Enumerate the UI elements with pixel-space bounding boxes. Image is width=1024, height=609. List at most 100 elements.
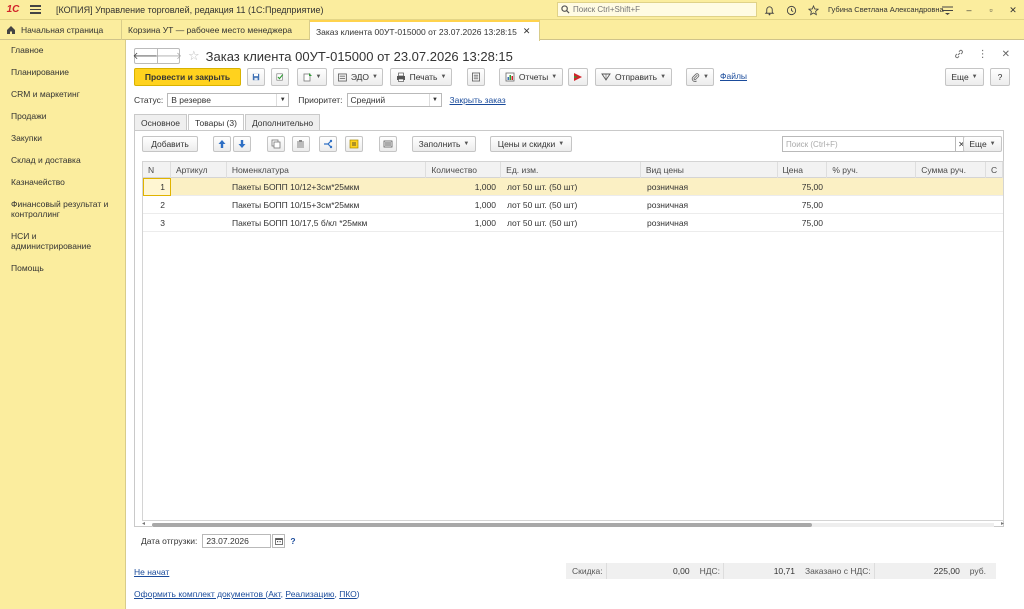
- files-link[interactable]: Файлы: [720, 71, 747, 81]
- bell-icon[interactable]: [763, 4, 775, 16]
- send-button[interactable]: Отправить ▼: [595, 68, 672, 86]
- cell-article[interactable]: [171, 178, 227, 196]
- cell-price-type[interactable]: розничная: [642, 196, 779, 214]
- sidebar-item-help[interactable]: Помощь: [0, 263, 125, 273]
- table-more-button[interactable]: Еще ▼: [963, 136, 1002, 152]
- tab-cart[interactable]: Корзина УТ — рабочее место менеджера: [122, 20, 310, 40]
- tab-main[interactable]: Основное: [134, 114, 187, 130]
- cell-qty[interactable]: 1,000: [427, 178, 502, 196]
- close-window-icon[interactable]: ✕: [1002, 0, 1024, 20]
- tab-home[interactable]: Начальная страница: [0, 20, 122, 40]
- col-header-price[interactable]: Цена: [778, 162, 828, 178]
- tab-goods[interactable]: Товары (3): [187, 114, 244, 131]
- col-header-manual-percent[interactable]: % руч.: [827, 162, 917, 178]
- col-header-manual-sum[interactable]: Сумма руч.: [916, 162, 987, 178]
- global-search-input[interactable]: [573, 5, 753, 14]
- attach-button[interactable]: ▼: [686, 68, 714, 86]
- pick-goods-icon[interactable]: [345, 136, 363, 152]
- add-row-button[interactable]: Добавить: [142, 136, 198, 152]
- favorites-star-icon[interactable]: [807, 4, 819, 16]
- sidebar-item-purchases[interactable]: Закупки: [0, 133, 125, 143]
- copy-row-icon[interactable]: [267, 136, 285, 152]
- table-search-input[interactable]: Поиск (Ctrl+F): [782, 136, 956, 152]
- prices-discounts-button[interactable]: Цены и скидки ▼: [490, 136, 572, 152]
- favorite-star-icon[interactable]: ☆: [188, 48, 200, 64]
- col-header-qty[interactable]: Количество: [426, 162, 502, 178]
- cell-qty[interactable]: 1,000: [427, 196, 502, 214]
- cell-unit[interactable]: лот 50 шт. (50 шт): [502, 196, 642, 214]
- minimize-icon[interactable]: –: [958, 0, 980, 20]
- cell-name[interactable]: Пакеты БОПП 10/17,5 б/кл *25мкм: [227, 214, 427, 232]
- history-icon[interactable]: [785, 4, 797, 16]
- col-header-price-type[interactable]: Вид цены: [641, 162, 778, 178]
- current-user[interactable]: Губина Светлана Александровна: [828, 0, 944, 20]
- table-row[interactable]: 2 Пакеты БОПП 10/15+3см*25мкм 1,000 лот …: [143, 196, 1003, 214]
- col-header-unit[interactable]: Ед. изм.: [501, 162, 641, 178]
- link-icon[interactable]: [954, 49, 964, 62]
- order-state-link[interactable]: Не начат: [134, 567, 169, 577]
- back-arrow-icon[interactable]: 🡐: [133, 49, 160, 63]
- fill-button[interactable]: Заполнить ▼: [412, 136, 476, 152]
- cell-qty[interactable]: 1,000: [427, 214, 502, 232]
- document-set-pko-link[interactable]: ПКО: [339, 589, 357, 599]
- post-and-close-button[interactable]: Провести и закрыть: [134, 68, 241, 86]
- forward-arrow-icon[interactable]: 🡒: [155, 49, 182, 63]
- settings-menu-icon[interactable]: [936, 0, 958, 20]
- sidebar-item-crm[interactable]: CRM и маркетинг: [0, 89, 125, 99]
- cell-name[interactable]: Пакеты БОПП 10/12+3см*25мкм: [227, 178, 427, 196]
- global-search[interactable]: [557, 2, 757, 17]
- paste-row-icon[interactable]: [292, 136, 310, 152]
- status-field[interactable]: В резерве ▼: [167, 93, 290, 107]
- split-row-icon[interactable]: [319, 136, 337, 152]
- dropdown-arrow-icon[interactable]: ▼: [276, 94, 288, 106]
- post-icon[interactable]: [271, 68, 289, 86]
- cell-price-type[interactable]: розничная: [642, 214, 779, 232]
- cell-price[interactable]: 75,00: [779, 178, 829, 196]
- col-header-n[interactable]: N: [143, 162, 171, 178]
- shipping-date-help[interactable]: ?: [290, 536, 295, 546]
- sidebar-item-admin[interactable]: НСИ и администрирование: [0, 231, 100, 251]
- sidebar-item-warehouse[interactable]: Склад и доставка: [0, 155, 125, 165]
- cell-price[interactable]: 75,00: [779, 214, 829, 232]
- barcode-icon[interactable]: [379, 136, 397, 152]
- sidebar-item-planning[interactable]: Планирование: [0, 67, 125, 77]
- sidebar-item-treasury[interactable]: Казначейство: [0, 177, 125, 187]
- close-form-icon[interactable]: ✕: [1002, 49, 1010, 62]
- document-set-realization-link[interactable]: Реализацию: [285, 589, 334, 599]
- edo-button[interactable]: ЭДО ▼: [333, 68, 383, 86]
- scrollbar-thumb[interactable]: [152, 523, 812, 527]
- restore-icon[interactable]: ▫: [980, 0, 1002, 20]
- move-up-icon[interactable]: [213, 136, 231, 152]
- more-button[interactable]: Еще ▼: [945, 68, 984, 86]
- cell-price-type[interactable]: розничная: [642, 178, 779, 196]
- shipping-date-field[interactable]: 23.07.2026: [202, 534, 272, 548]
- structure-icon[interactable]: [467, 68, 485, 86]
- calendar-icon[interactable]: [272, 534, 286, 548]
- cell-unit[interactable]: лот 50 шт. (50 шт): [502, 214, 642, 232]
- cell-n[interactable]: 2: [143, 196, 171, 214]
- save-icon[interactable]: [247, 68, 265, 86]
- col-header-article[interactable]: Артикул: [171, 162, 227, 178]
- cell-n[interactable]: 3: [143, 214, 171, 232]
- scroll-right-icon[interactable]: ▸: [1001, 520, 1004, 527]
- col-header-name[interactable]: Номенклатура: [227, 162, 427, 178]
- print-button[interactable]: Печать ▼: [390, 68, 452, 86]
- document-set-act-link[interactable]: Акт: [268, 589, 280, 599]
- col-header-more[interactable]: С: [986, 162, 1003, 178]
- close-tab-icon[interactable]: ✕: [523, 26, 531, 37]
- table-row[interactable]: 3 Пакеты БОПП 10/17,5 б/кл *25мкм 1,000 …: [143, 214, 1003, 232]
- more-actions-icon[interactable]: ⋮: [978, 49, 988, 62]
- close-order-link[interactable]: Закрыть заказ: [450, 95, 506, 105]
- cell-n[interactable]: 1: [143, 178, 171, 196]
- priority-field[interactable]: Средний ▼: [346, 93, 442, 107]
- help-button[interactable]: ?: [990, 68, 1010, 86]
- move-down-icon[interactable]: [233, 136, 251, 152]
- cell-unit[interactable]: лот 50 шт. (50 шт): [502, 178, 642, 196]
- horizontal-scrollbar[interactable]: ◂ ▸: [142, 520, 1004, 528]
- table-row[interactable]: 1 Пакеты БОПП 10/12+3см*25мкм 1,000 лот …: [143, 178, 1003, 196]
- cell-article[interactable]: [171, 214, 227, 232]
- sidebar-item-finance[interactable]: Финансовый результат и контроллинг: [0, 199, 120, 219]
- cell-price[interactable]: 75,00: [779, 196, 829, 214]
- create-based-on-button[interactable]: ▼: [297, 68, 327, 86]
- cell-article[interactable]: [171, 196, 227, 214]
